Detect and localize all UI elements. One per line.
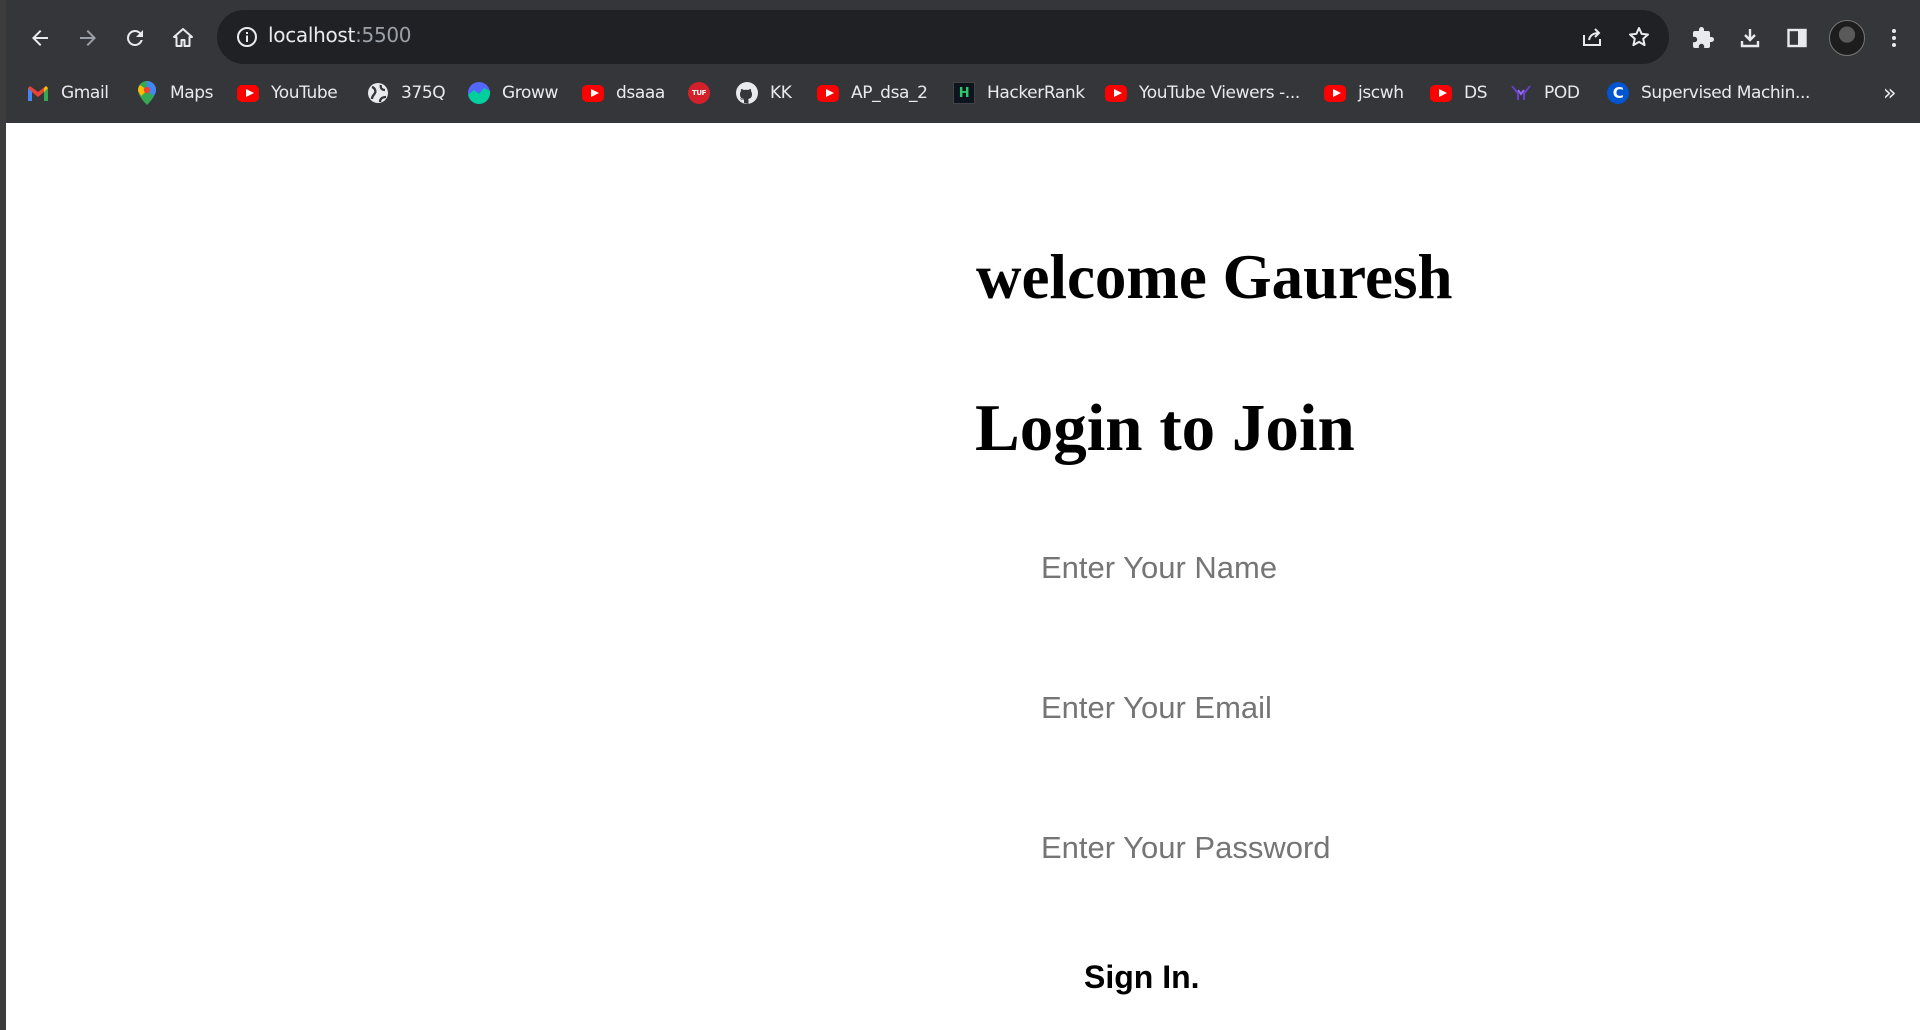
youtube-icon (1105, 82, 1127, 104)
side-panel-button[interactable] (1779, 20, 1815, 56)
extensions-button[interactable] (1685, 20, 1721, 56)
bookmark-label: Gmail (61, 83, 109, 103)
share-button[interactable] (1577, 22, 1607, 52)
bookmark-label: POD (1544, 83, 1580, 103)
bookmark-gmail[interactable]: Gmail (27, 76, 109, 110)
page-content: welcome Gauresh Login to Join Sign In. (6, 123, 1920, 1030)
bookmark-tuf[interactable]: TUF (688, 76, 722, 110)
url-text[interactable]: localhost:5500 (268, 23, 412, 47)
youtube-icon (237, 82, 259, 104)
bookmark-label: 375Q (401, 83, 446, 103)
welcome-heading: welcome Gauresh (976, 242, 1453, 312)
reload-button[interactable] (117, 20, 153, 56)
menu-button[interactable] (1876, 20, 1912, 56)
bookmark-label: YouTube (271, 83, 338, 103)
bookmark-groww[interactable]: Groww (468, 76, 558, 110)
bookmark-label: Supervised Machin... (1641, 83, 1811, 103)
reload-icon (126, 29, 143, 46)
coursera-icon: C (1607, 82, 1629, 104)
bookmark-label: jscwh (1358, 83, 1404, 103)
pod-icon (1510, 82, 1532, 104)
bookmark-pod[interactable]: POD (1510, 76, 1580, 110)
bookmark-kk[interactable]: KK (736, 76, 792, 110)
sign-in-button[interactable]: Sign In. (1084, 959, 1200, 996)
email-input[interactable] (1041, 680, 1461, 736)
youtube-icon (817, 82, 839, 104)
bookmark-label: HackerRank (987, 83, 1085, 103)
forward-button[interactable] (70, 20, 106, 56)
back-button[interactable] (22, 20, 58, 56)
download-icon (1740, 29, 1760, 48)
browser-chrome: localhost:5500 Gmail Maps YouTube 375Q G… (0, 0, 1920, 123)
login-title: Login to Join (975, 391, 1355, 465)
password-input[interactable] (1041, 820, 1461, 876)
profile-avatar[interactable] (1829, 20, 1865, 56)
url-port: :5500 (355, 23, 412, 47)
bookmark-hackerrank[interactable]: H HackerRank (953, 76, 1085, 110)
bookmark-label: Maps (170, 83, 214, 103)
tuf-icon: TUF (688, 82, 710, 104)
bookmark-ap-dsa-2[interactable]: AP_dsa_2 (817, 76, 928, 110)
bookmark-youtube-viewers[interactable]: YouTube Viewers -... (1105, 76, 1300, 110)
star-icon (1629, 27, 1649, 47)
youtube-icon (582, 82, 604, 104)
back-arrow-icon (32, 30, 48, 46)
youtube-icon (1430, 82, 1452, 104)
info-icon[interactable] (235, 25, 259, 49)
bookmark-375q[interactable]: 375Q (367, 76, 446, 110)
more-bookmarks-button[interactable]: » (1883, 76, 1896, 110)
hackerrank-icon: H (953, 82, 975, 104)
side-panel-icon (1787, 28, 1807, 48)
bookmark-label: dsaaa (616, 83, 665, 103)
share-icon (1583, 28, 1601, 46)
bookmark-dsaaa[interactable]: dsaaa (582, 76, 665, 110)
bookmark-ds[interactable]: DS (1430, 76, 1487, 110)
forward-arrow-icon (80, 30, 96, 46)
globe-icon (367, 82, 389, 104)
bookmark-label: YouTube Viewers -... (1139, 83, 1300, 103)
bookmarks-bar: Gmail Maps YouTube 375Q Groww dsaaa TUF (0, 76, 1920, 110)
bookmark-label: AP_dsa_2 (851, 83, 928, 103)
bookmark-label: DS (1464, 83, 1488, 103)
youtube-icon (1324, 82, 1346, 104)
gmail-icon (27, 82, 49, 104)
groww-icon (468, 82, 490, 104)
bookmark-supervised-machine[interactable]: C Supervised Machin... (1607, 76, 1810, 110)
browser-toolbar: localhost:5500 (0, 0, 1920, 72)
address-bar[interactable]: localhost:5500 (217, 10, 1669, 64)
bookmark-label: KK (770, 83, 792, 103)
home-icon (173, 28, 193, 47)
bookmark-star-button[interactable] (1624, 22, 1654, 52)
bookmark-label: Groww (502, 83, 558, 103)
bookmark-youtube[interactable]: YouTube (237, 76, 338, 110)
bookmark-jscwh[interactable]: jscwh (1324, 76, 1404, 110)
url-host: localhost (268, 23, 356, 47)
github-icon (736, 82, 758, 104)
maps-icon (136, 81, 158, 105)
puzzle-icon (1693, 27, 1714, 48)
bookmark-maps[interactable]: Maps (136, 76, 214, 110)
name-input[interactable] (1041, 540, 1461, 596)
kebab-menu-icon (1892, 29, 1896, 47)
downloads-button[interactable] (1732, 20, 1768, 56)
home-button[interactable] (165, 20, 201, 56)
